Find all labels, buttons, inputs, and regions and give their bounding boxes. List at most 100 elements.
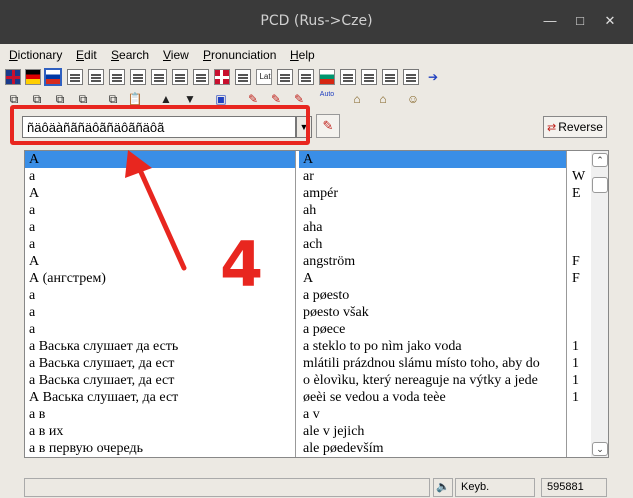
reverse-button[interactable]: ⇄ Reverse (543, 116, 607, 138)
russian-entry[interactable]: А (ангстрем) (25, 270, 295, 287)
czech-entry[interactable]: ah (299, 202, 566, 219)
entry-flag[interactable]: F (570, 270, 590, 287)
entry-flag[interactable]: W (570, 168, 590, 185)
czech-entry[interactable]: ale pøedevším (299, 440, 566, 457)
dict-page-icon[interactable] (403, 69, 419, 85)
entry-flag[interactable]: 1 (570, 389, 590, 406)
menu-dictionary[interactable]: Dictionary (9, 48, 62, 62)
entry-flag[interactable]: F (570, 253, 590, 270)
dict-page-icon[interactable] (88, 69, 104, 85)
scroll-up-button[interactable]: ⌃ (592, 153, 608, 167)
flag-uk-icon[interactable] (5, 69, 21, 85)
close-button[interactable]: ✕ (600, 11, 620, 31)
czech-entry[interactable]: a pøece (299, 321, 566, 338)
menu-search[interactable]: Search (111, 48, 149, 62)
czech-entry[interactable]: angström (299, 253, 566, 270)
russian-entry[interactable]: А (25, 253, 295, 270)
minimize-button[interactable]: — (540, 11, 560, 31)
russian-entry[interactable]: а в (25, 406, 295, 423)
russian-entry[interactable]: а Васька слушает да есть (25, 338, 295, 355)
russian-entry[interactable]: а в их (25, 423, 295, 440)
russian-entry[interactable]: А (25, 151, 295, 168)
dict-page-icon[interactable] (361, 69, 377, 85)
russian-entry[interactable]: А Васька слушает, да ест (25, 389, 295, 406)
russian-entry[interactable]: а Васька слушает, да ест (25, 372, 295, 389)
arrow-right-icon[interactable]: ➔ (424, 69, 442, 85)
czech-entry[interactable]: mlátili prázdnou slámu místo toho, aby d… (299, 355, 566, 372)
entry-flag[interactable] (570, 423, 590, 440)
czech-entry[interactable]: ar (299, 168, 566, 185)
copy-icon[interactable]: ⧉ (104, 91, 122, 107)
dict-page-icon[interactable] (67, 69, 83, 85)
entry-flag[interactable] (570, 304, 590, 321)
czech-entry[interactable]: a v (299, 406, 566, 423)
vertical-scrollbar[interactable]: ⌃ ⌄ (591, 151, 608, 457)
menu-view[interactable]: View (163, 48, 189, 62)
search-dropdown-button[interactable]: ▼ (296, 116, 312, 138)
menu-pronunciation[interactable]: Pronunciation (203, 48, 276, 62)
menu-help[interactable]: Help (290, 48, 315, 62)
flag-ru-icon[interactable] (44, 68, 62, 86)
flag-bg-icon[interactable] (319, 69, 335, 85)
entry-flag[interactable] (570, 440, 590, 457)
menu-edit[interactable]: Edit (76, 48, 97, 62)
czech-entry[interactable]: A (299, 270, 566, 287)
speaker-icon[interactable]: 🔈 (433, 478, 453, 497)
search-pen-button[interactable]: ✎ (316, 114, 340, 138)
russian-entry[interactable]: А (25, 185, 295, 202)
czech-entry[interactable]: aha (299, 219, 566, 236)
dict-page-icon[interactable] (382, 69, 398, 85)
copy-icon[interactable]: ⧉ (51, 91, 69, 107)
entry-flag[interactable] (570, 219, 590, 236)
russian-entry[interactable]: а (25, 236, 295, 253)
russian-entry[interactable]: а (25, 202, 295, 219)
entry-flag[interactable]: 1 (570, 338, 590, 355)
entry-flag[interactable] (570, 151, 590, 168)
pen-icon[interactable]: ✎ (290, 91, 308, 107)
russian-entry[interactable]: а (25, 321, 295, 338)
copy-icon[interactable]: ⧉ (5, 91, 23, 107)
person-icon[interactable]: ☺ (404, 91, 422, 107)
copy-icon[interactable]: ⧉ (74, 91, 92, 107)
entry-flag[interactable] (570, 287, 590, 304)
dict-page-icon[interactable] (235, 69, 251, 85)
dict-page-icon[interactable] (193, 69, 209, 85)
entry-flag[interactable] (570, 321, 590, 338)
dict-page-icon[interactable] (130, 69, 146, 85)
house-icon[interactable]: ⌂ (348, 91, 366, 107)
paste-icon[interactable]: 📋 (126, 91, 144, 107)
search-input[interactable] (22, 116, 296, 138)
czech-entry[interactable]: ach (299, 236, 566, 253)
scroll-thumb[interactable] (592, 177, 608, 193)
flag-de-icon[interactable] (25, 69, 41, 85)
czech-entry[interactable]: a pøesto (299, 287, 566, 304)
dict-page-icon[interactable] (151, 69, 167, 85)
pen-icon[interactable]: ✎ (244, 91, 262, 107)
russian-entry[interactable]: а (25, 304, 295, 321)
czech-entry[interactable]: a steklo to po nìm jako voda (299, 338, 566, 355)
russian-entry[interactable]: а (25, 219, 295, 236)
window-icon[interactable]: ▣ (212, 91, 230, 107)
czech-entry[interactable]: pøesto však (299, 304, 566, 321)
auto-icon[interactable]: Auto (318, 91, 336, 107)
czech-entry[interactable]: ampér (299, 185, 566, 202)
entry-flag[interactable] (570, 236, 590, 253)
flag-dk-icon[interactable] (214, 69, 230, 85)
copy-icon[interactable]: ⧉ (28, 91, 46, 107)
dict-page-icon[interactable] (277, 69, 293, 85)
russian-entry[interactable]: а Васька слушает, да ест (25, 355, 295, 372)
entry-flag[interactable]: 1 (570, 355, 590, 372)
russian-entry[interactable]: а (25, 168, 295, 185)
triangle-up-icon[interactable]: ▲ (157, 91, 175, 107)
russian-entry[interactable]: а в первую очередь (25, 440, 295, 457)
dict-page-icon[interactable] (298, 69, 314, 85)
scroll-down-button[interactable]: ⌄ (592, 442, 608, 456)
dict-page-icon[interactable] (109, 69, 125, 85)
dict-page-icon[interactable] (340, 69, 356, 85)
entry-flag[interactable]: E (570, 185, 590, 202)
house-icon[interactable]: ⌂ (374, 91, 392, 107)
czech-entry[interactable]: øeèi se vedou a voda teèe (299, 389, 566, 406)
russian-entry[interactable]: а (25, 287, 295, 304)
maximize-button[interactable]: □ (570, 11, 590, 31)
czech-entry[interactable]: o èlovìku, který nereaguje na výtky a je… (299, 372, 566, 389)
